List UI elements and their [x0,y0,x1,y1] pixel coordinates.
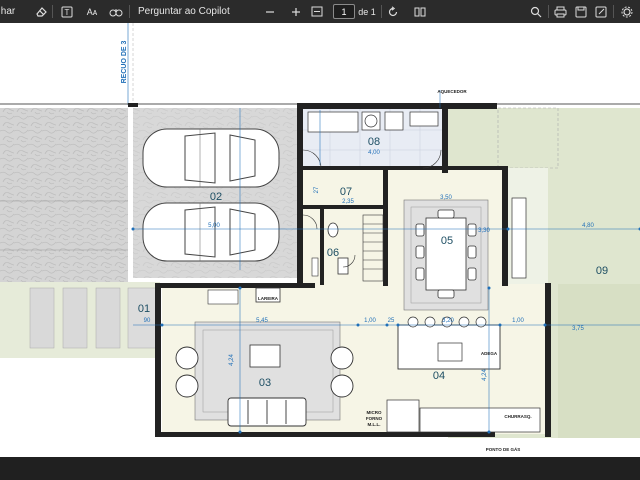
print-icon[interactable] [553,0,567,23]
room-label-06: 06 [327,247,339,259]
room-label-01: 01 [138,303,150,315]
dimension-label: 4,24 [229,354,235,366]
text-box-icon[interactable]: T [59,0,75,23]
dimension-label: 4,24 [482,369,488,381]
search-icon[interactable] [529,0,543,23]
svg-text:T: T [65,8,70,17]
pdf-toolbar: har T Aᴀ Perguntar ao Copilot 1 de 1 [0,0,640,23]
dimension-label: 5,45 [256,318,268,324]
pdf-page-viewport[interactable]: RECUO DE 3 AQUECEDOR LAREIRA ADEGA CHURR… [0,23,640,457]
toolbar-divider [52,5,53,18]
room-label-03: 03 [259,377,271,389]
zoom-in-icon[interactable] [289,0,303,23]
fireplace-label: LAREIRA [258,296,279,301]
microwave-label-line2: FORNO [366,416,383,421]
dimension-label: 3,75 [572,326,584,332]
settings-icon[interactable] [620,0,634,23]
dimension-label: 1,00 [364,318,376,324]
dimension-label: 3,30 [478,228,490,234]
copilot-prompt-button[interactable]: Perguntar ao Copilot [138,0,234,23]
truncated-menu-label[interactable]: har [0,0,16,23]
gas-point-label: PONTO DE GÁS [486,446,520,452]
setback-label: RECUO DE 3 [121,41,128,84]
viewer-background [0,457,640,480]
dimension-label: 3,50 [440,195,452,201]
fit-page-icon[interactable] [310,0,324,23]
microwave-label-line3: M.L.L. [368,422,381,427]
wine-cellar-label: ADEGA [481,351,498,356]
rotate-icon[interactable] [386,0,400,23]
dimension-label: 4,00 [368,150,380,156]
dimension-label: 27 [314,186,320,193]
microwave-label-line1: MICRO [367,410,382,415]
dimension-label: 25 [388,318,395,324]
toolbar-divider [381,5,382,18]
dimension-label: 90 [144,318,151,324]
eraser-icon[interactable] [33,0,49,23]
dimension-label: 4,80 [582,223,594,229]
page-number-input[interactable]: 1 [333,4,355,19]
floor-plan-drawing: RECUO DE 3 AQUECEDOR LAREIRA ADEGA CHURR… [0,23,640,457]
text-size-icon[interactable]: Aᴀ [84,0,100,23]
toolbar-divider [548,5,549,18]
save-as-icon[interactable] [594,0,608,23]
toolbar-divider [613,5,614,18]
zoom-out-icon[interactable] [263,0,277,23]
room-label-05: 05 [441,235,453,247]
room-label-08: 08 [368,136,380,148]
two-page-view-icon[interactable] [413,0,427,23]
read-aloud-icon[interactable] [108,0,124,23]
room-label-09: 09 [596,265,608,277]
toolbar-divider [129,5,130,18]
dimension-label: 5,00 [208,223,220,229]
room-label-02: 02 [210,191,222,203]
heater-label: AQUECEDOR [437,89,467,94]
save-icon[interactable] [574,0,588,23]
dimension-label: 2,35 [342,199,354,205]
dimension-label: 3,20 [442,318,454,324]
room-label-04: 04 [433,370,445,382]
room-label-07: 07 [340,186,352,198]
page-total: de 1 [358,6,376,17]
dimension-label: 1,00 [512,318,524,324]
barbecue-label: CHURRASQ. [504,414,531,419]
